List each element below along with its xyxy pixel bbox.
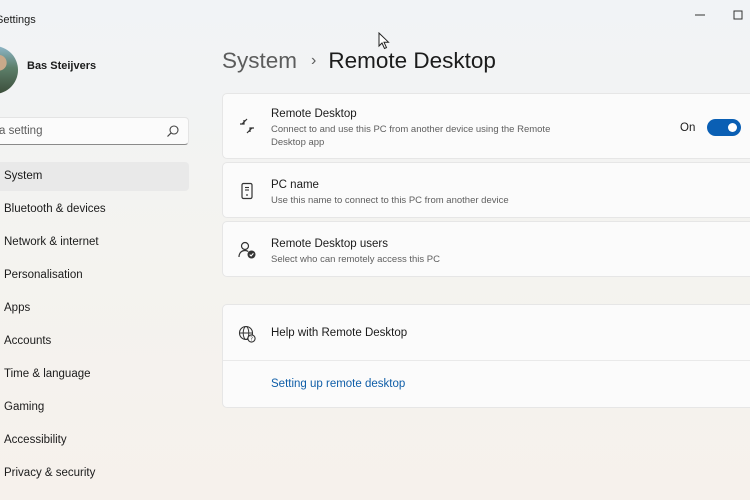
help-card: ? Help with Remote Desktop Setting up re… <box>222 304 750 408</box>
sidebar-item-system[interactable]: System <box>0 162 189 191</box>
sidebar-item-label: Privacy & security <box>4 467 96 479</box>
remote-desktop-title: Remote Desktop <box>271 108 357 120</box>
globe-icon: ? <box>238 325 256 343</box>
pc-name-card[interactable]: PC name Use this name to connect to this… <box>222 162 750 218</box>
sidebar-item-time-language[interactable]: Time & language <box>0 360 189 389</box>
sidebar-item-privacy-security[interactable]: Privacy & security <box>0 459 189 488</box>
breadcrumb: System › Remote Desktop <box>222 48 496 74</box>
remote-desktop-toggle[interactable] <box>707 119 741 136</box>
pc-name-description: Use this name to connect to this PC from… <box>271 195 509 206</box>
sidebar-item-apps[interactable]: Apps <box>0 294 189 323</box>
sidebar-item-label: Apps <box>4 302 31 314</box>
sidebar-item-label: Gaming <box>4 401 45 413</box>
minimize-icon[interactable] <box>688 6 712 26</box>
sidebar-item-label: Personalisation <box>4 269 83 281</box>
sidebar-item-label: Network & internet <box>4 236 99 248</box>
svg-text:?: ? <box>250 337 253 343</box>
pc-name-icon <box>241 182 253 200</box>
title-bar: Settings <box>0 0 750 40</box>
sidebar-item-label: System <box>4 170 43 182</box>
remote-desktop-users-title: Remote Desktop users <box>271 238 388 250</box>
setting-up-remote-desktop-link[interactable]: Setting up remote desktop <box>271 378 405 390</box>
sidebar-item-bluetooth-devices[interactable]: Bluetooth & devices <box>0 195 189 224</box>
divider <box>223 360 750 361</box>
sidebar-item-label: Bluetooth & devices <box>4 203 106 215</box>
sidebar-item-label: Accessibility <box>4 434 67 446</box>
search-input[interactable] <box>0 122 159 140</box>
breadcrumb-parent[interactable]: System <box>222 48 297 73</box>
app-title: Settings <box>0 14 36 26</box>
pc-name-title: PC name <box>271 179 319 191</box>
sidebar-item-personalisation[interactable]: Personalisation <box>0 261 189 290</box>
sidebar-item-accessibility[interactable]: Accessibility <box>0 426 189 455</box>
maximize-icon[interactable] <box>726 6 750 26</box>
page-title: Remote Desktop <box>328 48 496 73</box>
sidebar-item-network-internet[interactable]: Network & internet <box>0 228 189 257</box>
sidebar-item-accounts[interactable]: Accounts <box>0 327 189 356</box>
search-icon[interactable] <box>166 124 180 138</box>
remote-desktop-icon <box>240 118 254 134</box>
settings-window: Settings Bas Steijvers System Bluetooth … <box>0 0 750 500</box>
help-title: Help with Remote Desktop <box>271 327 408 339</box>
chevron-right-icon: › <box>311 52 317 69</box>
users-icon <box>238 241 256 259</box>
sidebar-item-label: Time & language <box>4 368 91 380</box>
avatar[interactable] <box>0 46 18 94</box>
toggle-state-label: On <box>680 122 696 134</box>
remote-desktop-users-description: Select who can remotely access this PC <box>271 254 440 265</box>
toggle-knob <box>728 123 737 132</box>
remote-desktop-card: Remote Desktop Connect to and use this P… <box>222 93 750 159</box>
user-name: Bas Steijvers <box>27 60 97 72</box>
search-box[interactable] <box>0 117 189 145</box>
remote-desktop-description: Connect to and use this PC from another … <box>271 124 551 148</box>
sidebar-item-gaming[interactable]: Gaming <box>0 393 189 422</box>
remote-desktop-users-card[interactable]: Remote Desktop users Select who can remo… <box>222 221 750 277</box>
sidebar-item-label: Accounts <box>4 335 52 347</box>
mouse-cursor-icon <box>378 32 390 50</box>
